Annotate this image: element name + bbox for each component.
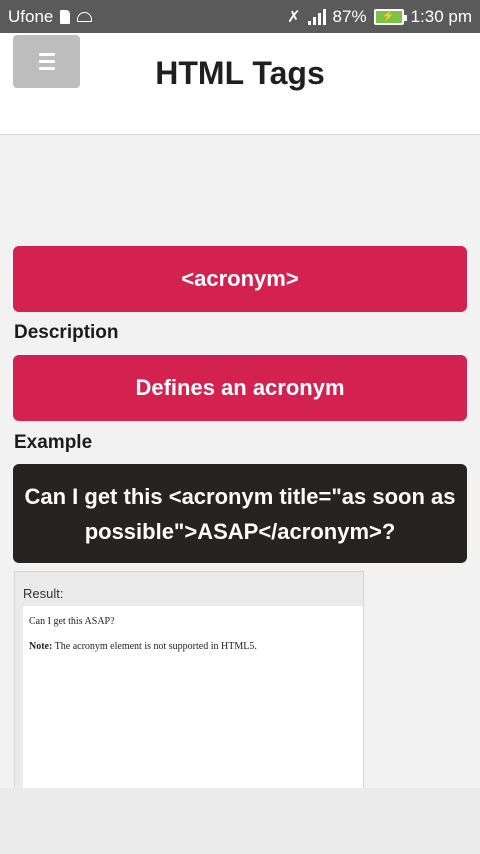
battery-icon: ⚡ (373, 8, 407, 25)
status-bar: Ufone ✗ 87% ⚡ 1:30 pm (0, 0, 480, 33)
page-title: HTML Tags (155, 55, 325, 91)
sd-card-icon (60, 9, 71, 24)
signal-icon (307, 8, 326, 25)
battery-percent: 87% (332, 6, 367, 26)
description-card: Defines an acronym (13, 355, 467, 421)
app-header: HTML Tags (0, 33, 480, 135)
bottom-strip (0, 788, 480, 854)
tag-name-card: <acronym> (13, 246, 467, 312)
result-label: Result: (23, 586, 64, 601)
example-code-card: Can I get this <acronym title="as soon a… (13, 464, 467, 563)
result-line: Can I get this ASAP? (29, 616, 115, 627)
result-output: Can I get this ASAP? Note: The acronym e… (23, 606, 363, 796)
android-icon (77, 11, 93, 22)
status-right: ✗ 87% ⚡ 1:30 pm (287, 7, 472, 27)
example-label: Example (14, 432, 93, 453)
mute-icon: ✗ (287, 8, 301, 26)
note-label: Note: (29, 641, 53, 652)
clock: 1:30 pm (410, 6, 472, 26)
status-left: Ufone (8, 6, 93, 27)
description-label: Description (14, 322, 119, 343)
note-text: The acronym element is not supported in … (52, 641, 257, 652)
result-panel: Result: Can I get this ASAP? Note: The a… (14, 571, 364, 796)
carrier-name: Ufone (8, 6, 54, 26)
result-note: Note: The acronym element is not support… (29, 641, 357, 652)
